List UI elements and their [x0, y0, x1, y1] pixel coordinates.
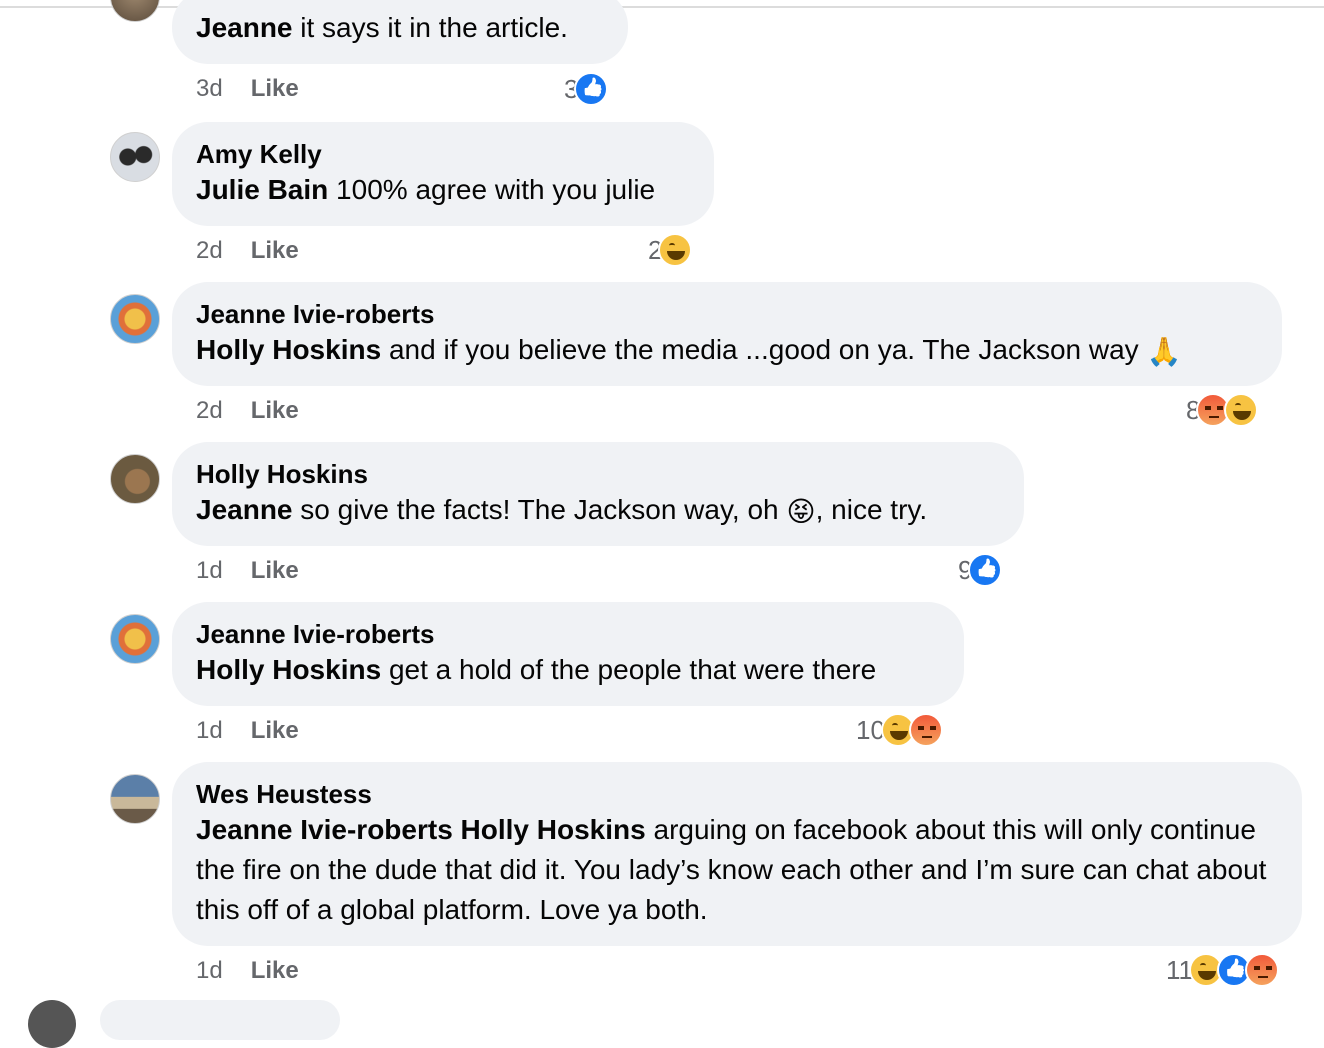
comment-body: 100% agree with you julie — [328, 174, 656, 205]
like-button[interactable]: Like — [251, 557, 299, 584]
angry-reaction-icon — [908, 713, 943, 747]
timestamp[interactable]: 2d — [196, 237, 223, 264]
reaction-summary[interactable]: 3 — [564, 72, 609, 106]
comment-author[interactable]: Wes Heustess — [196, 778, 1278, 810]
comment-text: Jeanne it says it in the article. — [196, 8, 604, 48]
reaction-summary[interactable]: 11 — [1166, 953, 1279, 987]
comment-text: Holly Hoskins and if you believe the med… — [196, 330, 1258, 372]
reaction-summary[interactable]: 9 — [958, 553, 1003, 587]
avatar[interactable] — [110, 294, 160, 344]
angry-reaction-icon — [1245, 953, 1279, 987]
comment-meta: 1d Like — [196, 956, 299, 986]
comment-author[interactable]: Jeanne Ivie-roberts — [196, 618, 940, 650]
timestamp[interactable]: 1d — [196, 557, 223, 584]
timestamp[interactable]: 3d — [196, 75, 223, 102]
mention-link[interactable]: Holly Hoskins — [196, 334, 381, 365]
comment-body: get a hold of the people that were there — [381, 654, 877, 685]
avatar[interactable] — [110, 454, 160, 504]
mention-link[interactable]: Jeanne Ivie-roberts Holly Hoskins — [196, 814, 646, 845]
comment-bubble: Holly Hoskins Jeanne so give the facts! … — [172, 442, 1024, 546]
comment-meta: 2d Like — [196, 396, 299, 426]
reaction-summary[interactable]: 10 — [856, 713, 943, 747]
comment-bubble: Amy Kelly Julie Bain 100% agree with you… — [172, 122, 714, 226]
comment-bubble: Wes Heustess Jeanne Ivie-roberts Holly H… — [172, 762, 1302, 946]
comment-body-end: , nice try. — [815, 494, 928, 525]
like-reaction-icon — [574, 72, 609, 106]
mention-link[interactable]: Jeanne — [196, 494, 293, 525]
avatar[interactable] — [110, 0, 160, 22]
comment-author[interactable]: Jeanne Ivie-roberts — [196, 298, 1258, 330]
comment-bubble: Jeanne it says it in the article. — [172, 0, 628, 64]
timestamp[interactable]: 1d — [196, 957, 223, 984]
comment-bubble — [100, 1000, 340, 1040]
praying-hands-emoji: 🙏 — [1146, 335, 1182, 367]
comment-bubble: Jeanne Ivie-roberts Holly Hoskins get a … — [172, 602, 964, 706]
like-button[interactable]: Like — [251, 237, 299, 264]
like-reaction-icon — [968, 553, 1003, 587]
avatar[interactable] — [110, 132, 160, 182]
comment-meta: 2d Like — [196, 236, 299, 266]
avatar[interactable] — [28, 1000, 76, 1048]
comment-body: so give the facts! The Jackson way, oh — [292, 494, 787, 525]
like-button[interactable]: Like — [251, 397, 299, 424]
comment-text: Jeanne Ivie-roberts Holly Hoskins arguin… — [196, 810, 1278, 930]
comment-text: Holly Hoskins get a hold of the people t… — [196, 650, 940, 690]
comment-meta: 1d Like — [196, 556, 299, 586]
comment-text: Julie Bain 100% agree with you julie — [196, 170, 690, 210]
comment-bubble: Jeanne Ivie-roberts Holly Hoskins and if… — [172, 282, 1282, 386]
comment-meta: 1d Like — [196, 716, 299, 746]
mention-link[interactable]: Julie Bain — [196, 174, 328, 205]
reaction-summary[interactable]: 8 — [1186, 393, 1259, 427]
comment-body: it says it in the article. — [292, 12, 568, 43]
comment-author[interactable]: Amy Kelly — [196, 138, 690, 170]
like-button[interactable]: Like — [251, 957, 299, 984]
comment-meta: 3d Like — [196, 74, 299, 104]
avatar[interactable] — [110, 774, 160, 824]
haha-reaction-icon — [1224, 393, 1259, 427]
reaction-summary[interactable]: 2 — [648, 233, 693, 267]
comment-text: Jeanne so give the facts! The Jackson wa… — [196, 490, 1000, 532]
mention-link[interactable]: Jeanne — [196, 12, 293, 43]
comment-body: and if you believe the media ...good on … — [381, 334, 1147, 365]
like-button[interactable]: Like — [251, 75, 299, 102]
mention-link[interactable]: Holly Hoskins — [196, 654, 381, 685]
timestamp[interactable]: 1d — [196, 717, 223, 744]
haha-reaction-icon — [658, 233, 693, 267]
comment-author[interactable]: Holly Hoskins — [196, 458, 1000, 490]
squinting-tongue-emoji: 😝 — [786, 495, 816, 527]
avatar[interactable] — [110, 614, 160, 664]
timestamp[interactable]: 2d — [196, 397, 223, 424]
like-button[interactable]: Like — [251, 717, 299, 744]
